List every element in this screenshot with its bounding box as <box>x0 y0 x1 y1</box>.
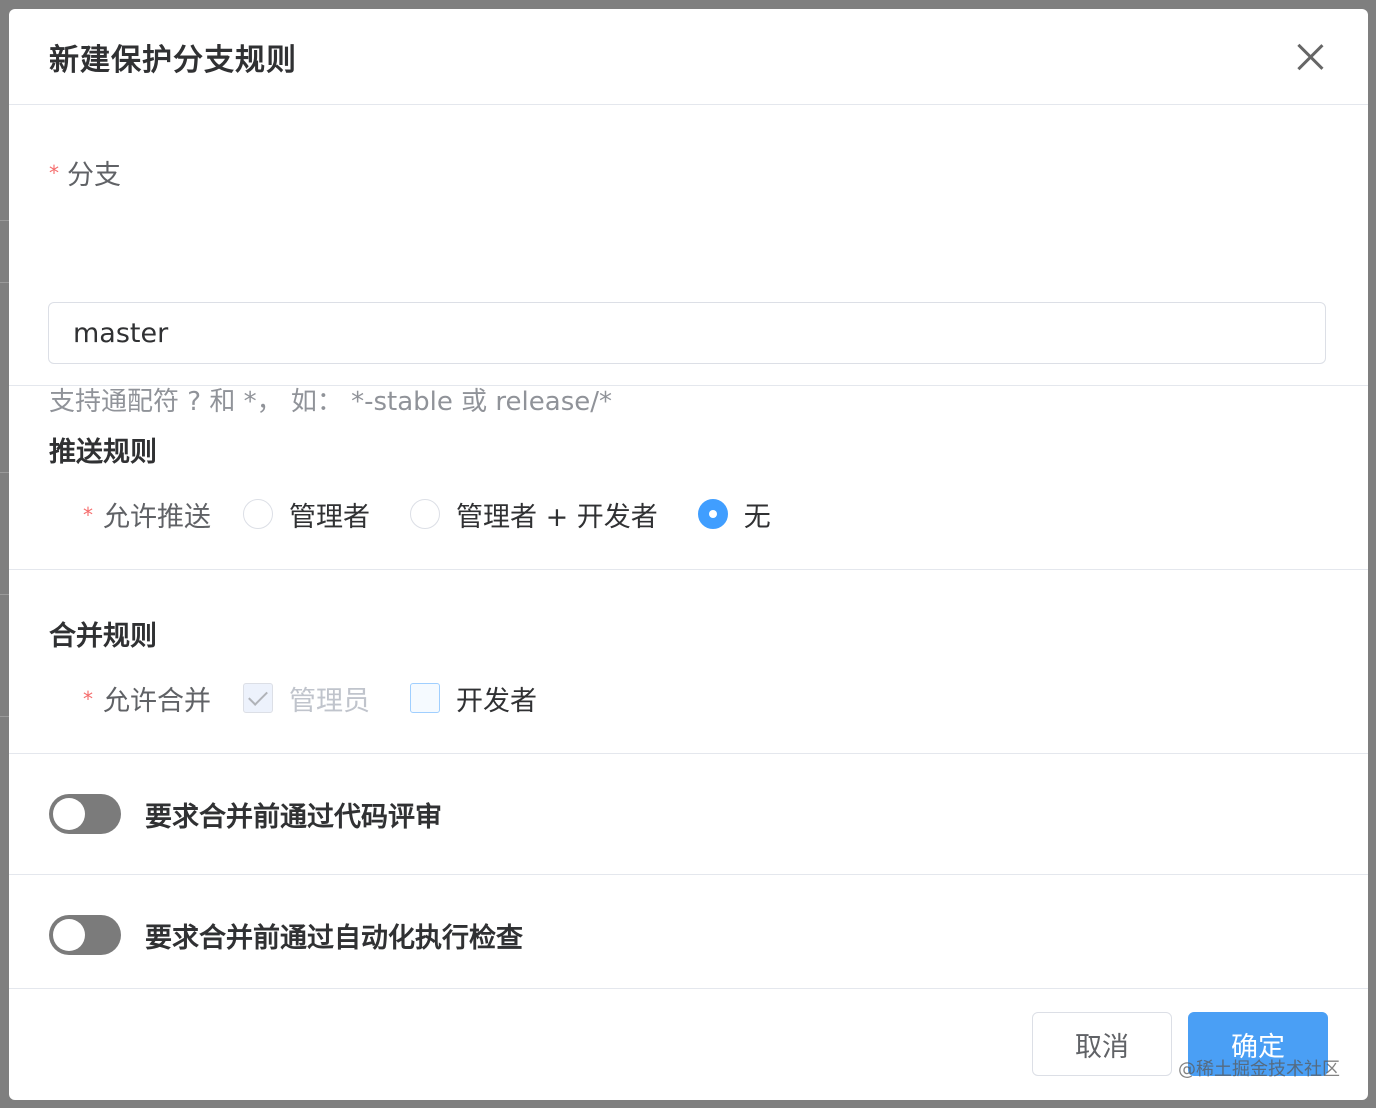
dialog-footer: 取消 确定 <box>9 987 1368 1100</box>
allow-merge-label-text: 允许合并 <box>103 685 211 717</box>
allow-push-row: * 允许推送 管理者 管理者 + 开发者 无 <box>83 494 811 534</box>
checkbox[interactable] <box>410 683 440 713</box>
switch-knob <box>53 798 85 830</box>
merge-option-developer[interactable]: 开发者 <box>410 679 537 718</box>
push-option-maintainer-developer[interactable]: 管理者 + 开发者 <box>410 495 658 534</box>
branch-label-text: 分支 <box>67 160 121 191</box>
auto-check-toggle-label: 要求合并前通过自动化执行检查 <box>145 922 523 954</box>
radio-button-checked[interactable] <box>697 499 728 529</box>
push-option-label: 管理者 + 开发者 <box>456 501 658 533</box>
merge-option-label: 开发者 <box>456 685 537 717</box>
allow-push-label: * 允许推送 <box>83 495 211 534</box>
radio-button[interactable] <box>410 499 440 529</box>
merge-rules-title: 合并规则 <box>49 621 157 652</box>
close-icon[interactable] <box>1296 43 1324 71</box>
checkbox-disabled-checked <box>243 683 273 713</box>
merge-option-admin: 管理员 <box>243 679 370 718</box>
branch-field-label: * 分支 <box>49 153 121 192</box>
radio-button[interactable] <box>243 499 273 529</box>
auto-check-toggle-section: 要求合并前通过自动化执行检查 <box>9 875 1368 989</box>
merge-option-label: 管理员 <box>289 685 370 717</box>
branch-input[interactable] <box>48 302 1326 364</box>
push-option-label: 管理者 <box>289 501 370 533</box>
push-option-maintainer[interactable]: 管理者 <box>243 495 370 534</box>
push-option-label: 无 <box>743 501 771 533</box>
branch-section: *分支 支持通配符 ? 和 *， 如： *-stable 或 release/* <box>9 105 1368 417</box>
code-review-toggle-row: 要求合并前通过代码评审 <box>49 794 442 834</box>
code-review-switch[interactable] <box>49 794 121 834</box>
push-rules-section: 推送规则 * 允许推送 管理者 管理者 + 开发者 无 <box>9 386 1368 570</box>
merge-rules-section: 合并规则 * 允许合并 管理员 开发者 <box>9 570 1368 754</box>
code-review-toggle-label: 要求合并前通过代码评审 <box>145 801 442 833</box>
required-mark: * <box>83 502 93 527</box>
push-rules-title: 推送规则 <box>49 437 157 468</box>
push-option-none[interactable]: 无 <box>697 495 771 534</box>
auto-check-toggle-row: 要求合并前通过自动化执行检查 <box>49 915 523 955</box>
allow-merge-row: * 允许合并 管理员 开发者 <box>83 678 577 718</box>
dialog-title: 新建保护分支规则 <box>49 42 297 78</box>
code-review-toggle-section: 要求合并前通过代码评审 <box>9 754 1368 875</box>
switch-knob <box>53 919 85 951</box>
required-mark: * <box>83 686 93 711</box>
dialog-header: 新建保护分支规则 <box>9 9 1368 105</box>
required-mark: * <box>49 161 59 185</box>
auto-check-switch[interactable] <box>49 915 121 955</box>
cancel-button[interactable]: 取消 <box>1032 1012 1172 1076</box>
allow-merge-label: * 允许合并 <box>83 679 211 718</box>
allow-push-label-text: 允许推送 <box>103 501 211 533</box>
watermark: @稀土掘金技术社区 <box>1178 1059 1340 1080</box>
new-protected-branch-dialog: 新建保护分支规则 *分支 支持通配符 ? 和 *， 如： *-stable 或 … <box>9 9 1368 1100</box>
